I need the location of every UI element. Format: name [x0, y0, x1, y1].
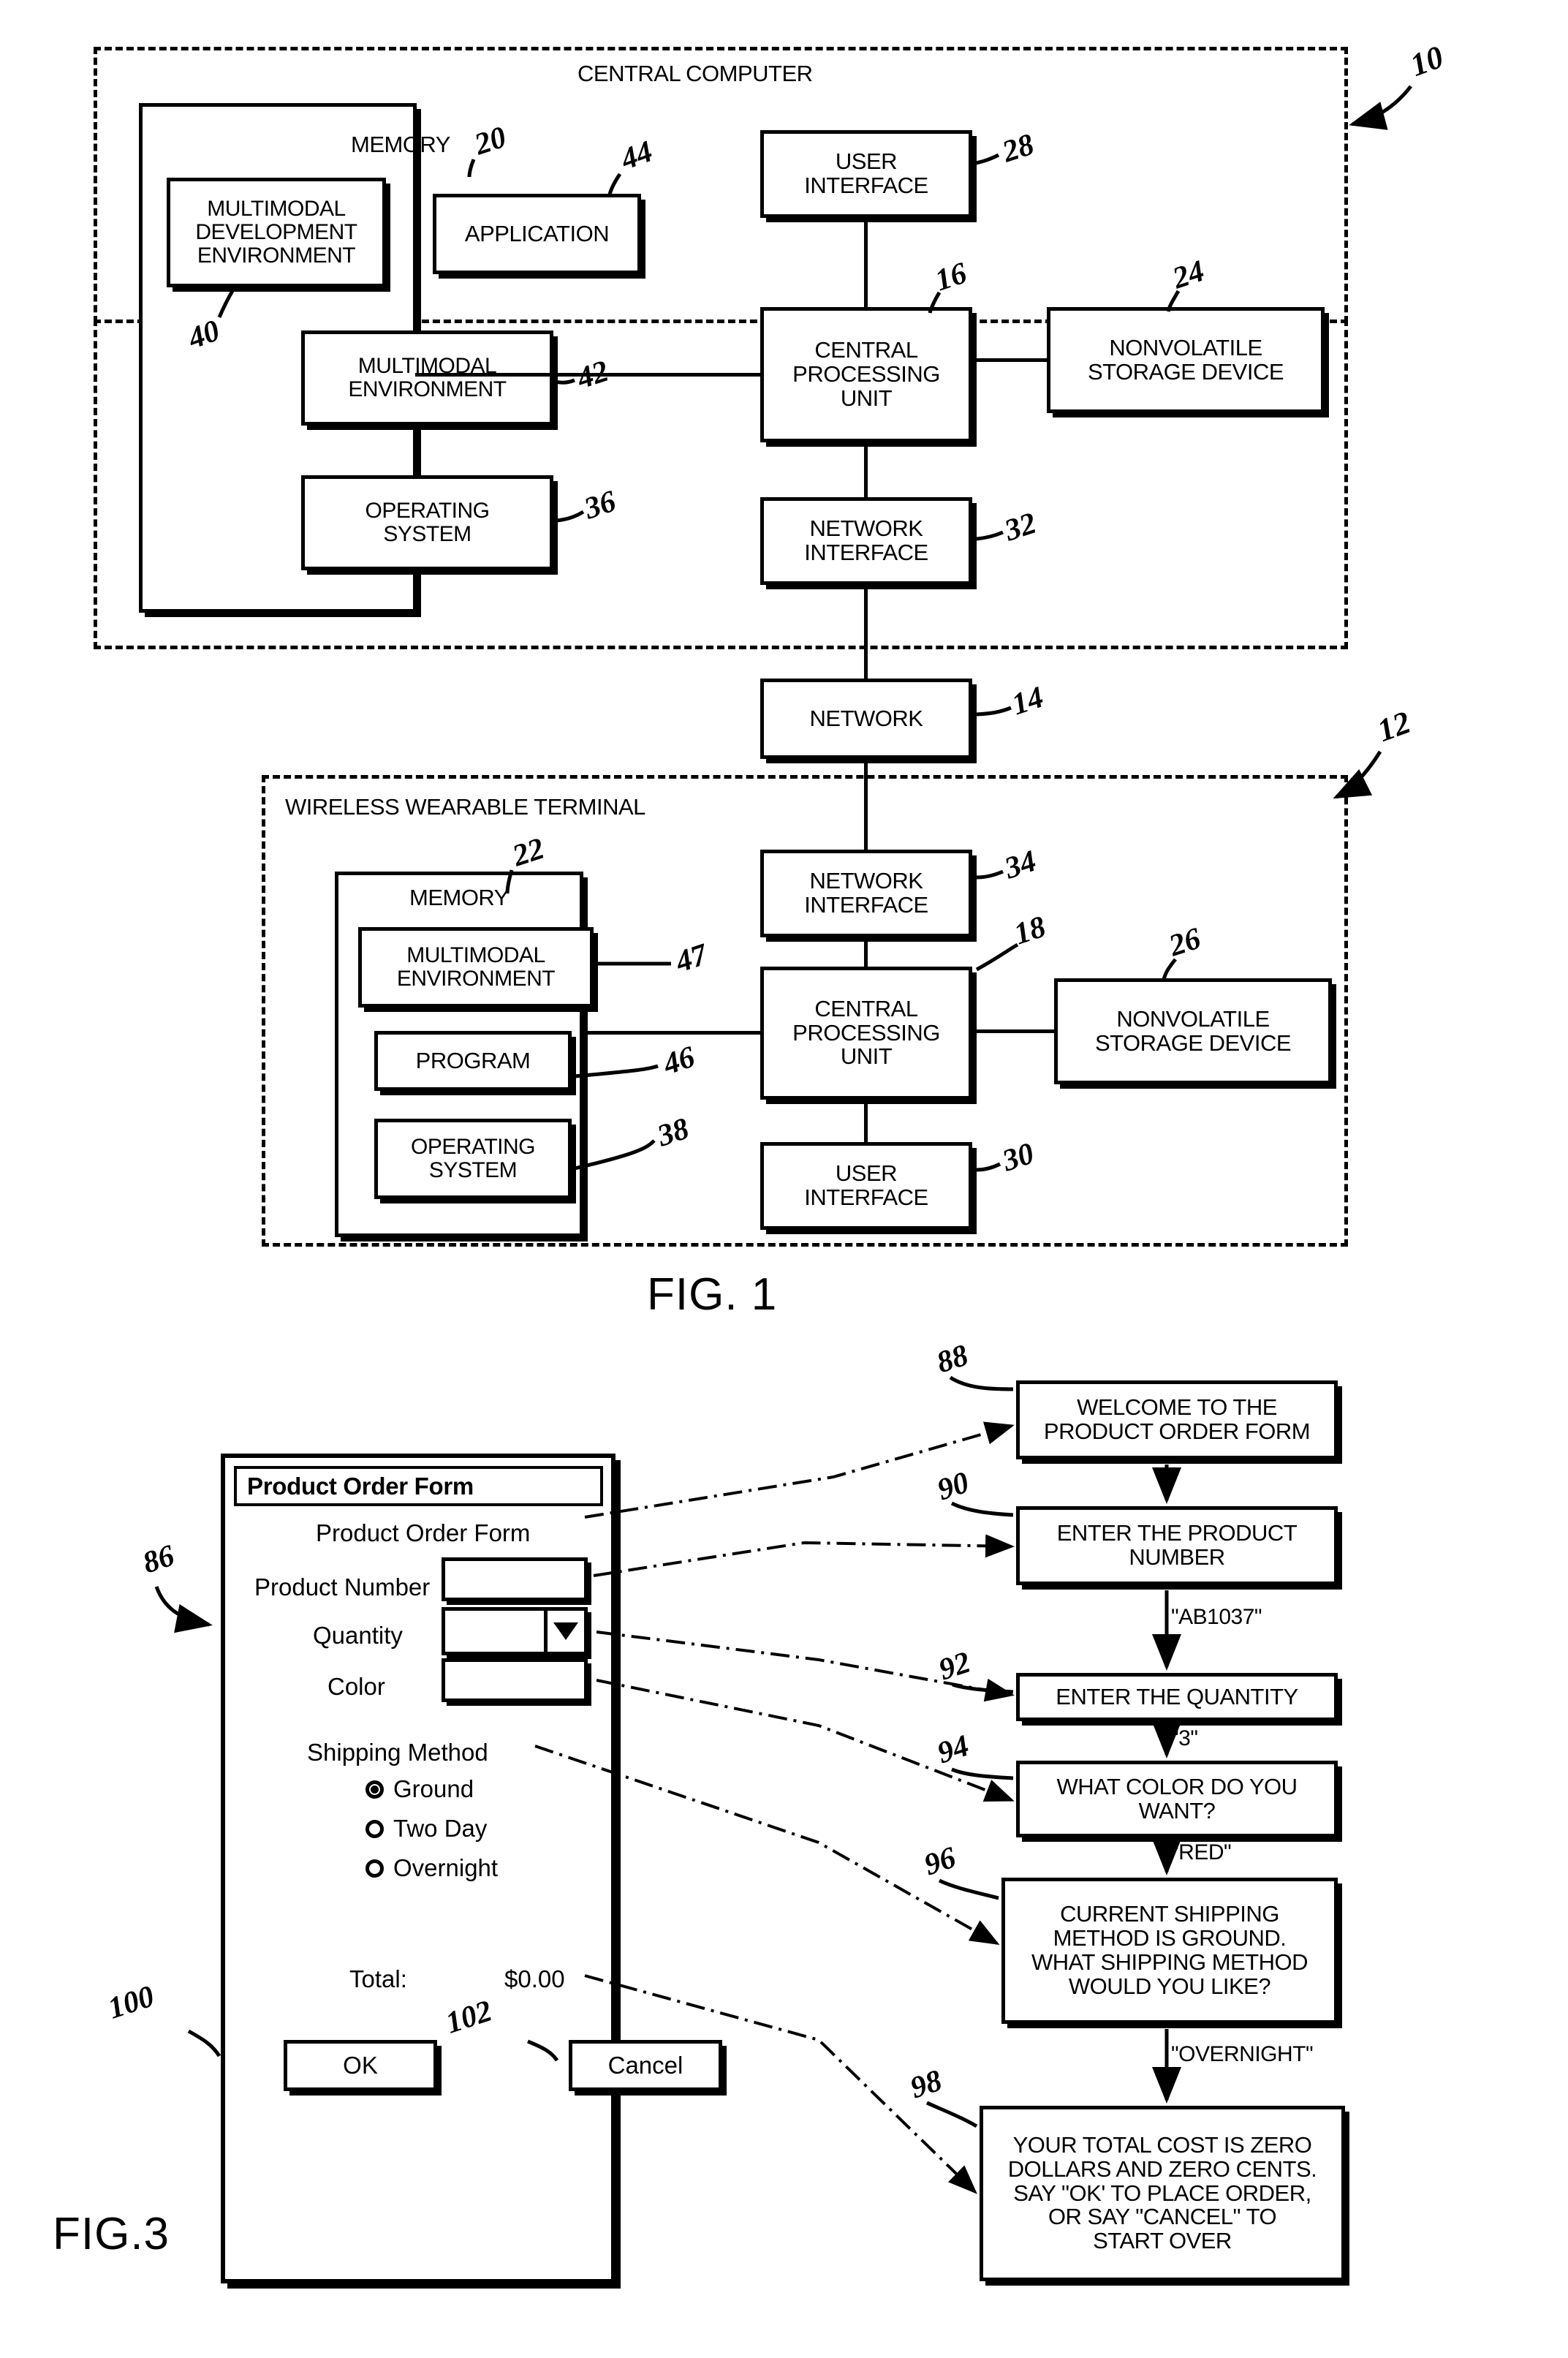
prompt-box-90: ENTER THE PRODUCT NUMBER [1016, 1506, 1338, 1585]
network-interface-block-terminal: NETWORK INTERFACE [760, 850, 972, 937]
utterance-color: "RED" [1171, 1840, 1232, 1864]
connector-cpu-storage [971, 358, 1048, 362]
ref-88: 88 [932, 1338, 973, 1380]
multimodal-environment-block-terminal: MULTIMODAL ENVIRONMENT [358, 927, 594, 1008]
radio-icon[interactable] [366, 1819, 384, 1838]
ref-12: 12 [1372, 703, 1415, 749]
nonvolatile-storage-device-block-central: NONVOLATILE STORAGE DEVICE [1047, 307, 1325, 413]
ref-92: 92 [934, 1645, 975, 1688]
color-label: Color [327, 1673, 385, 1700]
connector-netif-network [864, 583, 868, 683]
connector-cpu-netif [864, 441, 868, 499]
connector-memory-cpu-terminal [583, 1031, 762, 1035]
ref-100: 100 [104, 1979, 159, 2026]
radio-icon-selected[interactable] [366, 1780, 384, 1799]
quantity-label: Quantity [313, 1622, 403, 1649]
wireless-wearable-terminal-label: WIRELESS WEARABLE TERMINAL [285, 794, 645, 820]
quantity-combo[interactable] [442, 1607, 588, 1655]
network-interface-block-central: NETWORK INTERFACE [760, 497, 972, 585]
user-interface-block-terminal: USER INTERFACE [760, 1142, 972, 1230]
connector-netif-cpu-terminal [864, 936, 868, 968]
dialog-title: Product Order Form [247, 1472, 474, 1500]
total-value: $0.00 [504, 1965, 565, 1992]
operating-system-block-central: OPERATING SYSTEM [301, 475, 553, 570]
ref-10: 10 [1405, 38, 1448, 84]
memory-label-central: MEMORY [351, 132, 450, 157]
connector-cpu-ui-terminal [864, 1098, 868, 1144]
radio-label-ground: Ground [393, 1775, 474, 1802]
ref-14: 14 [1007, 680, 1048, 722]
radio-label-overnight: Overnight [393, 1854, 499, 1881]
utterance-product-number: "AB1037" [1171, 1605, 1262, 1629]
patent-figure-sheet: CENTRAL COMPUTER 10 MEMORY 20 MULTIMODAL… [0, 0, 1568, 2358]
memory-label-terminal: MEMORY [409, 885, 509, 910]
ok-button[interactable]: OK [284, 2040, 437, 2091]
central-computer-label: CENTRAL COMPUTER [577, 61, 813, 86]
fig3-caption: FIG.3 [53, 2209, 170, 2259]
shipping-method-label: Shipping Method [307, 1739, 488, 1766]
ref-96: 96 [920, 1840, 961, 1883]
radio-two-day[interactable]: Two Day [366, 1815, 487, 1843]
radio-icon[interactable] [366, 1859, 384, 1878]
radio-label-two-day: Two Day [393, 1815, 488, 1842]
prompt-box-94: WHAT COLOR DO YOU WANT? [1016, 1761, 1338, 1837]
prompt-box-98: YOUR TOTAL COST IS ZERO DOLLARS AND ZERO… [980, 2106, 1345, 2281]
connector-ui-cpu [864, 216, 868, 309]
central-processing-unit-block-terminal: CENTRAL PROCESSING UNIT [760, 967, 972, 1100]
central-processing-unit-block-central: CENTRAL PROCESSING UNIT [760, 307, 972, 442]
dialog-title-bar: Product Order Form [234, 1466, 603, 1506]
cancel-button[interactable]: Cancel [569, 2040, 722, 2091]
fig1-caption: FIG. 1 [647, 1269, 778, 1320]
multimodal-development-environment-block: MULTIMODAL DEVELOPMENT ENVIRONMENT [167, 178, 386, 287]
connector-cpu-storage-terminal [971, 1029, 1056, 1033]
utterance-quantity: "3" [1171, 1726, 1198, 1750]
multimodal-environment-block-central: MULTIMODAL ENVIRONMENT [301, 330, 553, 426]
prompt-box-96: CURRENT SHIPPING METHOD IS GROUND. WHAT … [1001, 1878, 1338, 2024]
product-number-input[interactable] [442, 1557, 588, 1601]
ref-94: 94 [933, 1728, 974, 1771]
ref-86: 86 [138, 1538, 179, 1581]
product-number-label: Product Number [254, 1573, 431, 1601]
operating-system-block-terminal: OPERATING SYSTEM [374, 1119, 572, 1199]
ref-90: 90 [933, 1465, 974, 1508]
leader-86 [154, 1586, 213, 1633]
prompt-box-88: WELCOME TO THE PRODUCT ORDER FORM [1016, 1380, 1338, 1459]
radio-ground[interactable]: Ground [366, 1775, 474, 1803]
radio-overnight[interactable]: Overnight [366, 1854, 498, 1882]
total-label: Total: [349, 1965, 407, 1992]
utterance-shipping: "OVERNIGHT" [1171, 2042, 1314, 2066]
nonvolatile-storage-device-block-terminal: NONVOLATILE STORAGE DEVICE [1054, 978, 1332, 1084]
form-heading: Product Order Form [316, 1519, 531, 1546]
color-input[interactable] [442, 1658, 588, 1702]
application-block: APPLICATION [433, 194, 641, 274]
connector-memory-cpu [415, 373, 762, 377]
prompt-box-92: ENTER THE QUANTITY [1016, 1673, 1338, 1721]
user-interface-block-central: USER INTERFACE [760, 130, 972, 218]
chevron-down-icon[interactable] [544, 1611, 584, 1652]
program-block-terminal: PROGRAM [374, 1031, 572, 1091]
network-block: NETWORK [760, 679, 972, 759]
ref-98: 98 [906, 2063, 947, 2106]
